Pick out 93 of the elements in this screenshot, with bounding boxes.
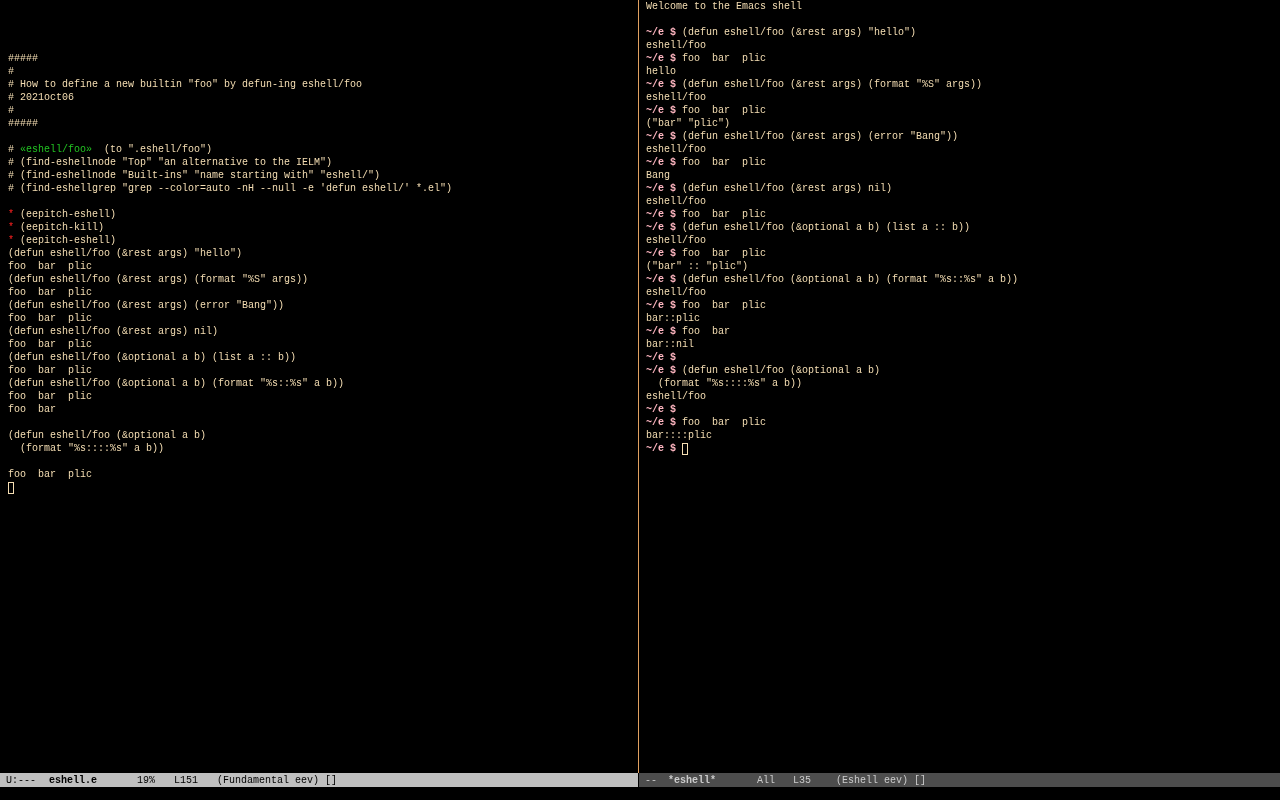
output-line: eshell/foo xyxy=(646,143,707,156)
output-line: eshell/foo xyxy=(646,286,707,299)
star-marker: * xyxy=(8,234,14,247)
code-line: # xyxy=(8,104,15,117)
shell-prompt: ~/e $ xyxy=(646,26,676,39)
star-marker: * xyxy=(8,221,14,234)
code-text: (eepitch-eshell) xyxy=(20,208,117,221)
code-line: foo bar plic xyxy=(8,364,93,377)
output-line: eshell/foo xyxy=(646,39,707,52)
code-line: (defun eshell/foo (&rest args) "hello") xyxy=(8,247,244,260)
command-text: (defun eshell/foo (&rest args) (format "%S" args)) xyxy=(682,78,983,91)
code-line: (format "%s::::%s" a b)) xyxy=(19,442,166,455)
code-line: (defun eshell/foo (&optional a b) (list a :: b)) xyxy=(8,351,298,364)
shell-prompt: ~/e $ xyxy=(646,78,676,91)
shell-prompt: ~/e $ xyxy=(646,208,676,221)
output-line: Bang xyxy=(646,169,671,182)
output-line: bar::::plic xyxy=(646,429,713,442)
shell-prompt: ~/e $ xyxy=(646,156,676,169)
output-line: eshell/foo xyxy=(646,390,707,403)
shell-prompt: ~/e $ xyxy=(646,52,676,65)
line-number: L35 xyxy=(793,773,812,787)
shell-prompt: ~/e $ xyxy=(646,182,676,195)
code-line: (defun eshell/foo (&optional a b) (format "%s::%s" a b)) xyxy=(8,377,346,390)
shell-prompt: ~/e $ xyxy=(646,351,676,364)
command-text: foo bar plic xyxy=(682,208,767,221)
command-text: (defun eshell/foo (&optional a b) (list a :: b)) xyxy=(682,221,971,234)
major-mode: (Fundamental eev) [] xyxy=(217,773,338,787)
code-line: (defun eshell/foo (&rest args) (format "%S" args)) xyxy=(8,273,310,286)
command-text: (defun eshell/foo (&optional a b) xyxy=(682,364,881,377)
shell-prompt: ~/e $ xyxy=(646,364,676,377)
output-line: eshell/foo xyxy=(646,91,707,104)
code-text: (eepitch-kill) xyxy=(20,221,105,234)
buffer-status: U:--- xyxy=(6,773,37,787)
code-line: # (find-eshellnode "Top" "an alternative to the IELM") xyxy=(8,156,334,169)
code-line: ##### xyxy=(8,52,39,65)
shell-prompt: ~/e $ xyxy=(646,273,676,286)
output-line: ("bar" "plic") xyxy=(646,117,731,130)
major-mode: (Eshell eev) [] xyxy=(836,773,926,787)
code-line: foo bar xyxy=(8,403,57,416)
output-line: (format "%s::::%s" a b)) xyxy=(657,377,804,390)
output-line: Welcome to the Emacs shell xyxy=(646,0,804,13)
code-line: # 2021oct06 xyxy=(8,91,75,104)
code-line: foo bar plic xyxy=(8,390,93,403)
shell-prompt: ~/e $ xyxy=(646,221,676,234)
shell-prompt: ~/e $ xyxy=(646,104,676,117)
command-text: foo bar plic xyxy=(682,104,767,117)
command-text: foo bar plic xyxy=(682,247,767,260)
code-line: (defun eshell/foo (&rest args) nil) xyxy=(8,325,220,338)
comment-marker: # xyxy=(8,143,14,156)
output-line: ("bar" :: "plic") xyxy=(646,260,750,273)
scroll-position: 19% xyxy=(137,773,156,787)
command-text: (defun eshell/foo (&rest args) "hello") xyxy=(682,26,917,39)
command-text: (defun eshell/foo (&rest args) (error "Bang")) xyxy=(682,130,959,143)
code-text: (eepitch-eshell) xyxy=(20,234,117,247)
code-line: foo bar plic xyxy=(8,286,93,299)
buffer-name: eshell.e xyxy=(49,773,98,787)
output-line: eshell/foo xyxy=(646,195,707,208)
output-line: eshell/foo xyxy=(646,234,707,247)
code-line: foo bar plic xyxy=(8,468,93,481)
code-text: (to ".eshell/foo") xyxy=(104,143,213,156)
code-line: foo bar plic xyxy=(8,312,93,325)
code-line: foo bar plic xyxy=(8,338,93,351)
shell-prompt: ~/e $ xyxy=(646,247,676,260)
code-line: foo bar plic xyxy=(8,260,93,273)
shell-prompt: ~/e $ xyxy=(646,299,676,312)
command-text: foo bar xyxy=(682,325,731,338)
code-line: ##### xyxy=(8,117,39,130)
code-line: (defun eshell/foo (&optional a b) xyxy=(8,429,208,442)
code-line: # (find-eshellgrep "grep --color=auto -nH --null -e 'defun eshell/' *.el") xyxy=(8,182,454,195)
command-text: foo bar plic xyxy=(682,156,767,169)
shell-prompt: ~/e $ xyxy=(646,130,676,143)
star-marker: * xyxy=(8,208,14,221)
shell-prompt: ~/e $ xyxy=(646,442,676,455)
code-line: (defun eshell/foo (&rest args) (error "Bang")) xyxy=(8,299,286,312)
command-text: (defun eshell/foo (&rest args) nil) xyxy=(682,182,893,195)
shell-prompt: ~/e $ xyxy=(646,325,676,338)
scroll-position: All xyxy=(757,773,776,787)
text-cursor xyxy=(8,481,14,494)
buffer-name: *eshell* xyxy=(668,773,717,787)
shell-prompt: ~/e $ xyxy=(646,403,676,416)
command-text: foo bar plic xyxy=(682,299,767,312)
command-text: foo bar plic xyxy=(682,52,767,65)
code-line: # How to define a new builtin "foo" by defun-ing eshell/foo xyxy=(8,78,364,91)
line-number: L151 xyxy=(174,773,199,787)
code-line: # (find-eshellnode "Built-ins" "name starting with" "eshell/") xyxy=(8,169,382,182)
output-line: bar::nil xyxy=(646,338,695,351)
command-text: foo bar plic xyxy=(682,416,767,429)
code-line: # xyxy=(8,65,15,78)
output-line: bar::plic xyxy=(646,312,701,325)
buffer-status: -- xyxy=(645,773,658,787)
command-text: (defun eshell/foo (&optional a b) (format "%s::%s" a b)) xyxy=(682,273,1019,286)
shell-prompt: ~/e $ xyxy=(646,416,676,429)
output-line: hello xyxy=(646,65,677,78)
